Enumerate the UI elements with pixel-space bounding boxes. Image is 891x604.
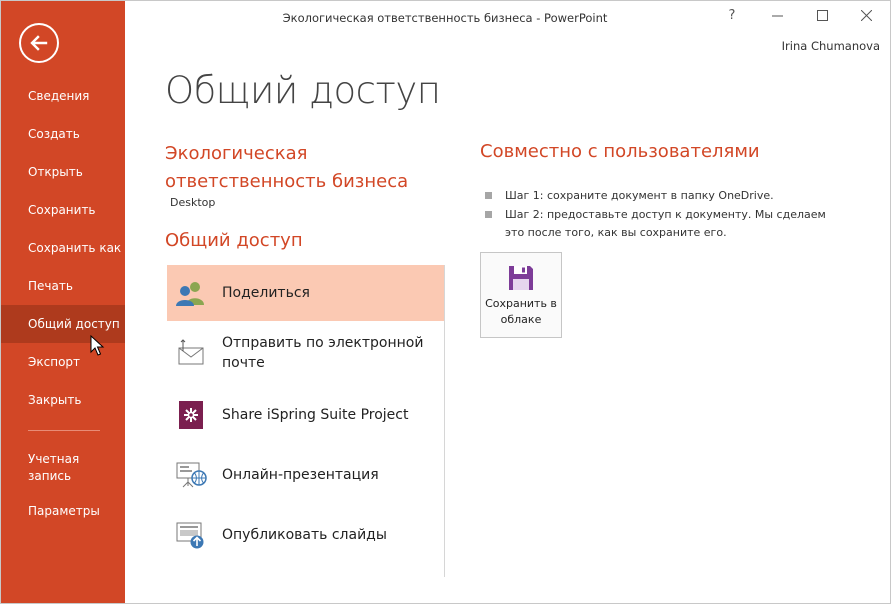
share-option-email[interactable]: Отправить по электронной почте xyxy=(167,321,444,385)
minimize-button[interactable] xyxy=(762,5,792,25)
sidebar-item-print[interactable]: Печать xyxy=(1,267,125,305)
user-account-name[interactable]: Irina Chumanova xyxy=(782,39,880,53)
bullet-icon xyxy=(485,211,492,218)
minimize-icon xyxy=(771,15,783,16)
sidebar-item-save[interactable]: Сохранить xyxy=(1,191,125,229)
share-step-text: Шаг 2: предоставьте доступ к документу. … xyxy=(505,208,826,239)
online-presentation-icon xyxy=(175,459,207,491)
share-option-label: Поделиться xyxy=(222,285,310,301)
sidebar-item-export[interactable]: Экспорт xyxy=(1,343,125,381)
section-title: Общий доступ xyxy=(165,230,303,251)
maximize-button[interactable] xyxy=(807,5,837,25)
sidebar-item-open[interactable]: Открыть xyxy=(1,153,125,191)
powerpoint-window: Сведения Создать Открыть Сохранить Сохра… xyxy=(0,0,891,604)
share-option-ispring[interactable]: Share iSpring Suite Project xyxy=(167,385,444,445)
bullet-icon xyxy=(485,192,492,199)
ispring-icon xyxy=(175,399,207,431)
maximize-icon xyxy=(816,9,828,21)
sidebar-lower-nav: Учетная запись Параметры xyxy=(1,441,125,520)
floppy-disk-icon xyxy=(507,264,535,292)
save-to-cloud-button[interactable]: Сохранить в облаке xyxy=(480,252,562,338)
options-divider xyxy=(444,265,445,577)
document-location: Desktop xyxy=(170,196,216,209)
people-icon xyxy=(175,277,207,309)
help-label: ? xyxy=(728,7,736,23)
share-option-label: Онлайн-презентация xyxy=(222,467,379,483)
window-title: Экологическая ответственность бизнеса - … xyxy=(282,11,608,25)
help-button[interactable]: ? xyxy=(717,5,747,25)
share-step: Шаг 2: предоставьте доступ к документу. … xyxy=(485,206,845,242)
sidebar-item-info[interactable]: Сведения xyxy=(1,77,125,115)
page-title: Общий доступ xyxy=(165,69,441,112)
document-name: Экологическая ответственность бизнеса xyxy=(165,143,409,192)
sidebar-item-save-as[interactable]: Сохранить как xyxy=(1,229,125,267)
share-panel-title: Совместно с пользователями xyxy=(480,141,760,162)
email-icon xyxy=(175,337,207,369)
share-option-label: Share iSpring Suite Project xyxy=(222,407,409,423)
share-step-text: Шаг 1: сохраните документ в папку OneDri… xyxy=(505,189,774,202)
sidebar-item-new[interactable]: Создать xyxy=(1,115,125,153)
sidebar-divider xyxy=(28,430,100,431)
share-option-label: Опубликовать слайды xyxy=(222,527,387,543)
share-option-share-with-people[interactable]: Поделиться xyxy=(167,265,444,321)
mouse-cursor-icon xyxy=(90,335,105,356)
sidebar-item-share[interactable]: Общий доступ xyxy=(1,305,125,343)
sidebar-item-account[interactable]: Учетная запись xyxy=(1,441,98,485)
sidebar-item-close[interactable]: Закрыть xyxy=(1,381,125,419)
share-steps-list: Шаг 1: сохраните документ в папку OneDri… xyxy=(485,187,845,243)
save-to-cloud-label: Сохранить в облаке xyxy=(485,297,557,326)
close-window-button[interactable] xyxy=(851,5,881,25)
share-option-online-presentation[interactable]: Онлайн-презентация xyxy=(167,445,444,505)
back-button[interactable] xyxy=(19,23,59,63)
share-option-publish-slides[interactable]: Опубликовать слайды xyxy=(167,505,444,565)
backstage-sidebar: Сведения Создать Открыть Сохранить Сохра… xyxy=(1,1,125,603)
close-icon xyxy=(860,9,872,21)
sidebar-item-options[interactable]: Параметры xyxy=(1,485,125,520)
share-option-label: Отправить по электронной почте xyxy=(222,335,424,371)
publish-slides-icon xyxy=(175,519,207,551)
arrow-left-icon xyxy=(30,35,48,51)
share-step: Шаг 1: сохраните документ в папку OneDri… xyxy=(485,187,845,205)
share-options-list: Поделиться Отправить по электронной почт… xyxy=(167,265,444,565)
sidebar-nav: Сведения Создать Открыть Сохранить Сохра… xyxy=(1,77,125,419)
